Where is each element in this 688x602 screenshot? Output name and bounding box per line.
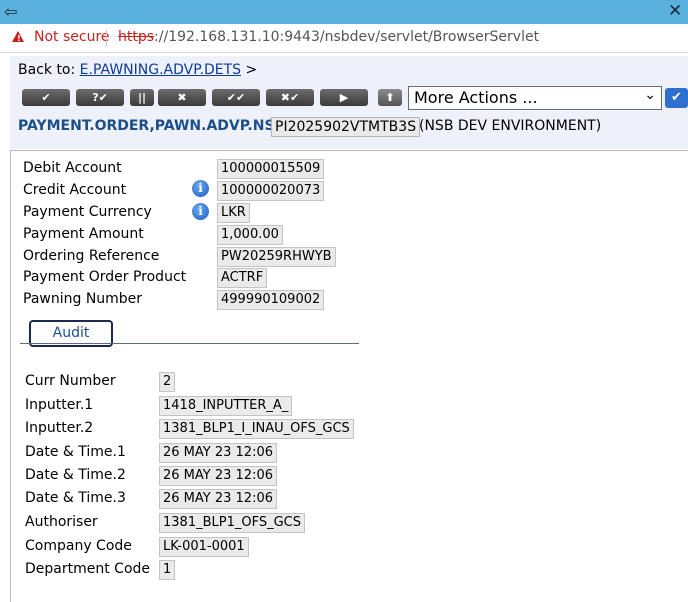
audit-field-value: 26 MAY 23 12:06 [159,443,277,463]
reverse-button[interactable]: ✖✔ [266,89,314,106]
audit-field-label: Company Code [25,538,132,554]
warning-icon: ! [12,31,24,43]
field-label: Ordering Reference [23,248,160,264]
url-path: ://192.168.131.10:9443/nsbdev/servlet/Br… [154,29,540,45]
up-arrow-button[interactable]: ⬆ [378,89,402,106]
audit-field-label: Date & Time.2 [25,467,126,483]
audit-field-label: Curr Number [25,373,116,389]
close-icon: ✕ [668,1,683,21]
field-label: Debit Account [23,160,122,176]
more-actions-dropdown[interactable]: More Actions ... ⌄ [408,86,662,110]
more-actions-value: More Actions ... [414,88,538,107]
field-label: Credit Account [23,182,127,198]
authorise-button[interactable]: ✔✔ [212,89,260,106]
audit-field-value: LK-001-0001 [159,537,249,557]
divider [10,150,688,151]
audit-field-label: Inputter.2 [25,420,94,436]
field-value: ACTRF [217,268,268,288]
audit-field-label: Authoriser [25,514,98,530]
audit-field-value: 1418_INPUTTER_A_ [159,396,293,416]
back-to-link[interactable]: E.PAWNING.ADVP.DETS [80,62,241,78]
delete-button[interactable]: ✖ [158,89,206,106]
field-value: LKR [217,203,250,223]
back-to-label: Back to: [18,62,76,78]
field-value: 499990109002 [217,290,325,310]
field-label: Pawning Number [23,291,143,307]
field-value: 100000015509 [217,159,325,179]
divider [10,150,11,602]
audit-field-value: 26 MAY 23 12:06 [159,466,277,486]
field-value: 1,000.00 [217,225,283,245]
audit-field-value: 26 MAY 23 12:06 [159,489,277,509]
application-name: PAYMENT.ORDER,PAWN.ADVP.NSB [18,118,286,134]
url-text[interactable]: https://192.168.131.10:9443/nsbdev/servl… [118,29,539,45]
field-label: Payment Order Product [23,269,187,285]
audit-field-value: 1381_BLP1_OFS_GCS [159,513,305,533]
commit-button[interactable]: ✔ [22,89,70,106]
close-button[interactable]: ✕ [662,0,688,24]
audit-field-value: 1381_BLP1_I_INAU_OFS_GCS [159,419,354,439]
audit-field-label: Department Code [25,561,151,577]
field-label: Payment Amount [23,226,144,242]
hold-button[interactable]: || [130,89,154,106]
divider [106,30,107,46]
url-scheme: https [118,29,155,45]
record-id: PI2025902VTMTB3S [271,117,421,137]
security-status[interactable]: Not secure [34,29,110,45]
next-button[interactable]: ▶ [320,89,368,106]
field-value: 100000020073 [217,181,325,201]
breadcrumb: Back to: E.PAWNING.ADVP.DETS > [18,62,257,78]
audit-field-label: Date & Time.3 [25,490,126,506]
tab-underline [20,343,359,344]
audit-field-label: Inputter.1 [25,397,94,413]
back-to-arrow: > [245,62,258,78]
validate-button[interactable]: ?✔ [76,89,124,106]
audit-field-value: 1 [159,560,176,580]
environment-name: (NSB DEV ENVIRONMENT) [419,118,602,134]
chevron-down-icon: ⌄ [644,87,656,103]
audit-field-label: Date & Time.1 [25,444,126,460]
field-value: PW20259RHWYB [217,247,336,267]
back-arrow-icon[interactable]: ⇦ [4,2,17,21]
info-icon[interactable]: i [192,203,209,220]
audit-field-value: 2 [159,372,176,392]
field-label: Payment Currency [23,204,152,220]
go-button[interactable]: ✔ [665,88,688,108]
info-icon[interactable]: i [192,180,209,197]
window-titlebar: ⇦ ✕ [0,0,688,24]
